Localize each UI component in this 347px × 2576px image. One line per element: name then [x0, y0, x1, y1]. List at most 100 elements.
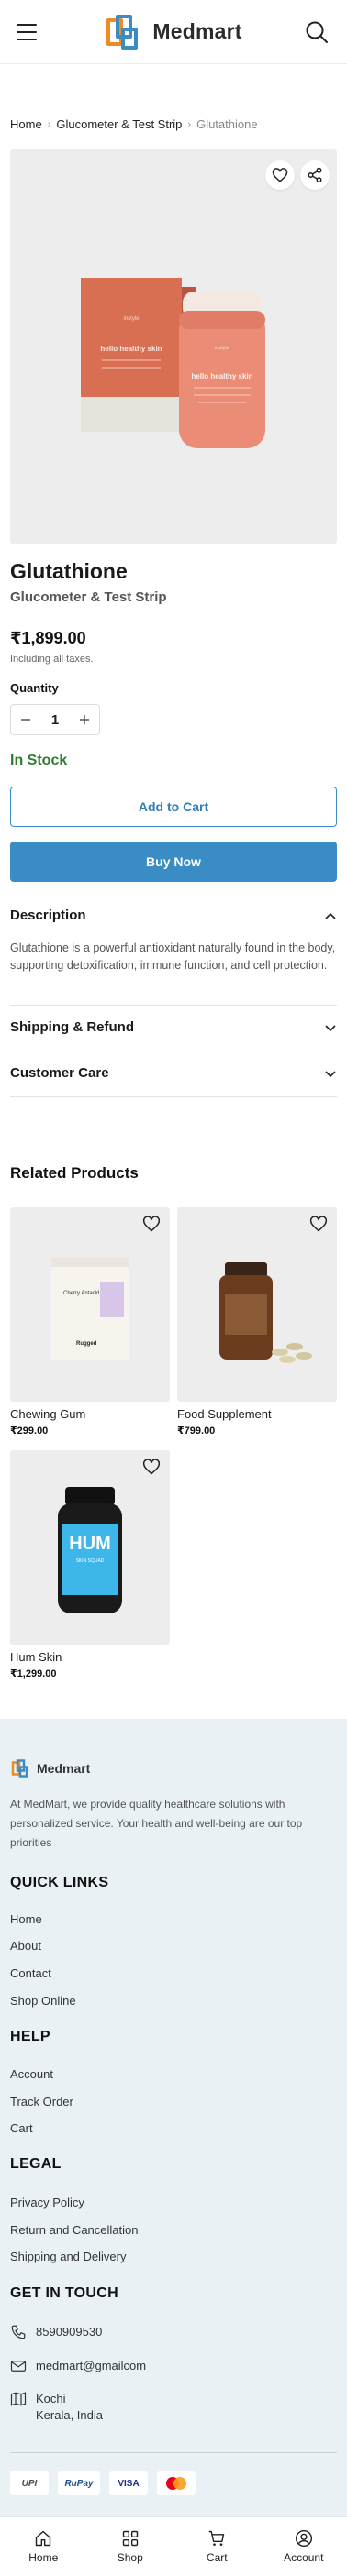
- increase-button[interactable]: [77, 712, 92, 727]
- chevron-down-icon: [325, 1024, 336, 1031]
- footer-link-privacy[interactable]: Privacy Policy: [10, 2196, 84, 2209]
- bottle-label-text: hello healthy skin: [191, 372, 252, 380]
- medmart-logo-icon: [11, 1759, 28, 1778]
- phone-number: 8590909530: [36, 2325, 103, 2339]
- mastercard-logo: [157, 2471, 196, 2495]
- contact-email[interactable]: medmart@gmailcom: [10, 2358, 146, 2374]
- mail-icon: [10, 2361, 27, 2372]
- gum-pack-text: Cherry Antacid: [63, 1291, 99, 1296]
- nav-account[interactable]: Account: [267, 2529, 341, 2564]
- footer-link-account[interactable]: Account: [10, 2067, 53, 2081]
- footer-link-cart[interactable]: Cart: [10, 2121, 33, 2135]
- breadcrumb-home[interactable]: Home: [10, 117, 42, 131]
- quick-links-title: QUICK LINKS: [10, 1875, 109, 1890]
- quantity-value[interactable]: 1: [51, 712, 59, 728]
- product-card-chewing-gum[interactable]: Cherry Antacid Rugged Chewing Gum ₹299.0…: [10, 1207, 170, 1437]
- nav-shop[interactable]: Shop: [94, 2529, 167, 2564]
- decrease-button[interactable]: [18, 712, 33, 727]
- product-card-name: Hum Skin: [10, 1650, 62, 1664]
- add-to-cart-button[interactable]: Add to Cart: [10, 787, 337, 827]
- footer-logo[interactable]: Medmart: [10, 1758, 90, 1778]
- customer-care-title: Customer Care: [10, 1065, 109, 1081]
- breadcrumb: Home › Glucometer & Test Strip › Glutath…: [10, 117, 258, 131]
- svg-text:instyle: instyle: [123, 316, 140, 322]
- product-card-food-supplement[interactable]: Food Supplement ₹799.00: [177, 1207, 337, 1437]
- contact-address: Kochi Kerala, India: [10, 2391, 103, 2424]
- nav-account-label: Account: [284, 2551, 324, 2564]
- footer-link-shop-online[interactable]: Shop Online: [10, 1994, 76, 2008]
- product-card-name: Food Supplement: [177, 1407, 272, 1421]
- nav-home-label: Home: [28, 2551, 59, 2564]
- chevron-down-icon: [325, 1070, 336, 1077]
- shipping-title: Shipping & Refund: [10, 1019, 134, 1035]
- footer-link-track-order[interactable]: Track Order: [10, 2095, 73, 2108]
- customer-care-accordion-header[interactable]: Customer Care: [10, 1065, 337, 1081]
- breadcrumb-category[interactable]: Glucometer & Test Strip: [56, 117, 182, 131]
- home-icon: [36, 2530, 51, 2547]
- nav-shop-label: Shop: [117, 2551, 143, 2564]
- breadcrumb-current: Glutathione: [196, 117, 258, 131]
- quantity-label: Quantity: [10, 681, 59, 695]
- footer-divider: [10, 2452, 337, 2453]
- product-price: ₹1,899.00: [10, 629, 86, 647]
- box-label-text: hello healthy skin: [100, 345, 162, 353]
- site-header: Medmart: [0, 0, 347, 64]
- footer-link-shipping[interactable]: Shipping and Delivery: [10, 2250, 126, 2263]
- nav-home[interactable]: Home: [6, 2529, 80, 2564]
- nav-cart[interactable]: Cart: [180, 2529, 253, 2564]
- divider: [10, 1005, 337, 1006]
- footer-brand-name: Medmart: [37, 1761, 91, 1776]
- tax-note: Including all taxes.: [10, 654, 94, 665]
- brand-name: Medmart: [152, 19, 242, 43]
- product-image: instyle hello healthy skin instyle hello…: [10, 149, 337, 544]
- description-text: Glutathione is a powerful antioxidant na…: [10, 941, 336, 972]
- product-category: Glucometer & Test Strip: [10, 589, 167, 605]
- chevron-right-icon: ›: [187, 118, 192, 130]
- plus-icon: [80, 715, 89, 724]
- hum-bottle-image: HUM SKIN SQUAD: [58, 1487, 122, 1613]
- address-line-2: Kerala, India: [36, 2408, 103, 2422]
- cart-icon: [208, 2530, 225, 2546]
- quantity-stepper: 1: [10, 704, 100, 735]
- product-card-price: ₹1,299.00: [10, 1668, 57, 1679]
- email-address: medmart@gmailcom: [36, 2359, 147, 2372]
- chevron-up-icon: [325, 912, 336, 919]
- rupay-logo: RuPay: [58, 2471, 100, 2495]
- product-card-hum-skin[interactable]: HUM SKIN SQUAD Hum Skin ₹1,299.00: [10, 1450, 170, 1679]
- search-button[interactable]: [303, 18, 330, 46]
- supplement-bottle-image: [219, 1262, 312, 1363]
- description-accordion-header[interactable]: Description: [10, 908, 337, 923]
- product-photo: instyle hello healthy skin instyle hello…: [81, 278, 265, 448]
- footer-link-home[interactable]: Home: [10, 1912, 42, 1926]
- contact-phone[interactable]: 8590909530: [10, 2324, 102, 2340]
- product-card-name: Chewing Gum: [10, 1407, 86, 1421]
- menu-button[interactable]: [17, 19, 42, 45]
- product-card-image: [177, 1207, 337, 1402]
- stock-status: In Stock: [10, 753, 68, 768]
- product-card-price: ₹299.00: [10, 1426, 49, 1437]
- buy-now-button[interactable]: Buy Now: [10, 842, 337, 882]
- hum-bottle-sub: SKIN SQUAD: [76, 1558, 105, 1564]
- menu-icon: [17, 23, 37, 26]
- footer-link-contact[interactable]: Contact: [10, 1966, 51, 1980]
- shipping-accordion-header[interactable]: Shipping & Refund: [10, 1019, 337, 1035]
- footer-about: At MedMart, we provide quality healthcar…: [10, 1798, 303, 1849]
- site-footer: Medmart At MedMart, we provide quality h…: [0, 1719, 347, 2516]
- footer-link-returns[interactable]: Return and Cancellation: [10, 2223, 138, 2237]
- nav-cart-label: Cart: [206, 2551, 228, 2564]
- related-products-title: Related Products: [10, 1164, 139, 1182]
- phone-icon: [11, 2325, 26, 2339]
- product-card-image: Cherry Antacid Rugged: [10, 1207, 170, 1402]
- legal-title: LEGAL: [10, 2156, 62, 2172]
- product-card-image: HUM SKIN SQUAD: [10, 1450, 170, 1645]
- hum-bottle-text: HUM: [69, 1534, 111, 1554]
- mastercard-icon: [166, 2477, 186, 2490]
- grid-icon: [122, 2530, 138, 2547]
- gum-pack-image: Cherry Antacid Rugged: [51, 1258, 129, 1360]
- brand-logo[interactable]: Medmart: [103, 13, 241, 51]
- footer-link-about[interactable]: About: [10, 1939, 41, 1953]
- medmart-logo-icon: [106, 14, 139, 50]
- visa-logo: VISA: [109, 2471, 148, 2495]
- chevron-right-icon: ›: [47, 118, 51, 130]
- product-card-price: ₹799.00: [177, 1426, 216, 1437]
